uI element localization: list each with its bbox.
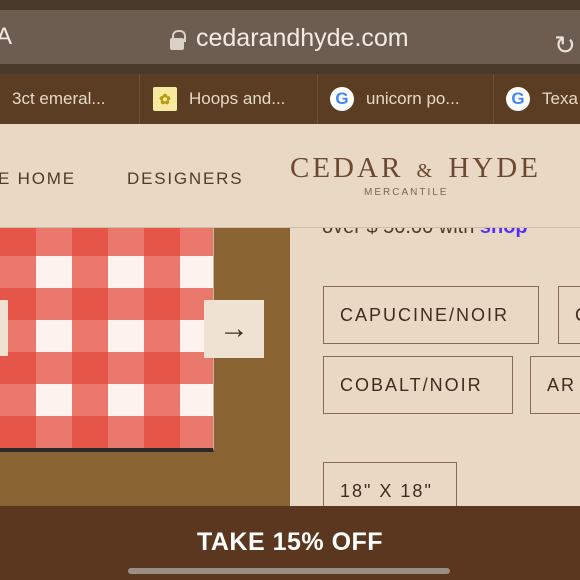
home-indicator[interactable] — [128, 568, 450, 574]
google-icon: G — [506, 87, 530, 111]
browser-chrome: A cedarandhyde.com ↻ — [0, 0, 580, 74]
address-bar-left-fragment: A — [0, 23, 13, 50]
option-label: AR — [547, 374, 577, 395]
address-bar[interactable]: A cedarandhyde.com ↻ — [0, 10, 580, 64]
color-option-capucine-noir[interactable]: CAPUCINE/NOIR — [323, 286, 539, 344]
tab-emerald[interactable]: 3ct emeral... — [0, 74, 140, 124]
arrow-right-icon: → — [219, 312, 249, 345]
site-logo[interactable]: CEDAR & HYDE — [290, 152, 541, 185]
next-image-button[interactable]: → — [204, 300, 264, 358]
option-label: 18" X 18" — [340, 480, 433, 501]
size-option-18x18[interactable]: 18" X 18" — [323, 462, 457, 506]
installment-prefix: over $ 50.00 with — [322, 228, 480, 238]
tab-label: Texa — [542, 89, 578, 108]
kendra-scott-icon: ✿ — [153, 87, 177, 111]
logo-subtitle: MERCANTILE — [364, 187, 449, 198]
tab-texas[interactable]: G Texa — [494, 74, 580, 124]
promo-bar[interactable]: TAKE 15% OFF — [0, 506, 580, 580]
lock-icon — [170, 30, 186, 50]
option-label: CAPUCINE/NOIR — [340, 304, 510, 325]
tab-hoops[interactable]: ✿ Hoops and... — [140, 74, 318, 124]
tab-label: 3ct emeral... — [12, 89, 106, 108]
shop-pay-logo[interactable]: shop — [480, 228, 528, 238]
logo-cedar: CEDAR — [290, 152, 404, 184]
tab-bar: 3ct emeral... ✿ Hoops and... G unicorn p… — [0, 74, 580, 124]
tab-label: unicorn po... — [366, 89, 460, 108]
promo-text: TAKE 15% OFF — [196, 528, 384, 556]
reload-icon[interactable]: ↻ — [554, 32, 580, 58]
color-option-partial[interactable]: C — [558, 286, 580, 344]
tab-unicorn[interactable]: G unicorn po... — [318, 74, 494, 124]
site-header: E HOME DESIGNERS CEDAR & HYDE MERCANTILE — [0, 124, 580, 228]
product-image-gallery: → — [0, 228, 290, 506]
url-text[interactable]: cedarandhyde.com — [196, 24, 409, 53]
installment-text: over $ 50.00 with shop — [322, 228, 528, 239]
logo-ampersand: & — [416, 160, 436, 182]
previous-image-button[interactable] — [0, 300, 8, 356]
nav-designers[interactable]: DESIGNERS — [127, 169, 243, 189]
option-label: COBALT/NOIR — [340, 374, 483, 395]
product-image — [0, 228, 214, 452]
product-options-panel: over $ 50.00 with shop CAPUCINE/NOIR C C… — [290, 228, 580, 506]
option-label: C — [575, 305, 580, 326]
color-option-cobalt-noir[interactable]: COBALT/NOIR — [323, 356, 513, 414]
tab-label: Hoops and... — [189, 89, 286, 108]
logo-hyde: HYDE — [448, 152, 541, 184]
color-option-partial-2[interactable]: AR — [530, 356, 580, 414]
nav-home[interactable]: E HOME — [0, 169, 76, 189]
google-icon: G — [330, 87, 354, 111]
